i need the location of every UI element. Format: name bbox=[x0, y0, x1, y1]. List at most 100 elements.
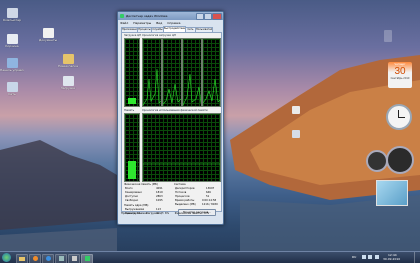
system-row-value: 0:00:14:58 bbox=[202, 199, 217, 202]
desktop-icon-new-folder[interactable]: Новая папка bbox=[56, 54, 80, 68]
system-row-value: 51 bbox=[206, 195, 210, 198]
flag-tray-icon[interactable] bbox=[374, 255, 379, 259]
physical-row-label: Всего bbox=[125, 187, 133, 190]
window-title: Диспетчер задач Windows bbox=[126, 14, 168, 18]
desktop-icon-computer[interactable]: Компьютер bbox=[0, 8, 24, 22]
network-tray-icon[interactable] bbox=[362, 255, 366, 259]
task-manager-icon bbox=[120, 14, 124, 18]
desktop-icon-label: Сеть bbox=[8, 93, 16, 96]
status-bar: Процессов: 51 Загрузка ЦП: 6% Физическая… bbox=[121, 212, 209, 215]
close-button[interactable] bbox=[212, 13, 222, 20]
desktop-icon-label: Корзина bbox=[5, 45, 19, 48]
cpu-usage-bar bbox=[128, 98, 136, 104]
memory-label: Память bbox=[124, 109, 135, 112]
memory-history-line bbox=[143, 163, 220, 165]
window-titlebar[interactable]: Диспетчер задач Windows bbox=[118, 12, 223, 20]
network-icon bbox=[6, 82, 18, 92]
taskbar-app-1[interactable] bbox=[55, 254, 67, 263]
system-header: Система bbox=[174, 183, 186, 186]
status-cpu: Загрузка ЦП: 6% bbox=[146, 212, 170, 215]
desktop-icon-recycle-bin[interactable]: Корзина bbox=[0, 34, 24, 48]
system-row-value: 646 bbox=[206, 191, 211, 194]
menu-options[interactable]: Параметры bbox=[133, 21, 151, 25]
cpu-history-line bbox=[182, 73, 202, 106]
system-row-label: Потоков bbox=[175, 191, 187, 194]
memory-history-graph bbox=[142, 113, 221, 182]
task-manager-window[interactable]: Диспетчер задач Windows Файл Параметры В… bbox=[117, 11, 224, 225]
taskbar-app-2[interactable] bbox=[68, 254, 80, 263]
cpu-history-label: Хронология загрузки ЦП bbox=[142, 34, 176, 37]
menu-file[interactable]: Файл bbox=[120, 21, 128, 25]
desktop-icon-right-2[interactable] bbox=[284, 130, 308, 138]
cpu-usage-label: Загрузка ЦП bbox=[124, 34, 142, 37]
control-panel-icon bbox=[6, 58, 18, 68]
task-manager-icon bbox=[84, 256, 90, 261]
slideshow-gadget bbox=[376, 180, 408, 206]
memory-gauge bbox=[124, 113, 140, 182]
cpu-usage-gauge bbox=[124, 38, 140, 107]
memory-usage-bar bbox=[128, 161, 136, 179]
folder-icon bbox=[19, 257, 25, 261]
physical-row-label: Свободно bbox=[125, 199, 139, 202]
desktop-icon-downloads[interactable]: Загрузки bbox=[56, 76, 80, 90]
app-icon bbox=[71, 256, 77, 261]
minimize-button[interactable] bbox=[196, 13, 204, 20]
cpu-meter-gadget bbox=[366, 146, 414, 174]
clock-hand-minute bbox=[398, 117, 405, 118]
calendar-month: Сентябрь 2010 bbox=[390, 77, 410, 80]
desktop-icon-label: Компьютер bbox=[3, 19, 21, 22]
physical-row-value: 1095 bbox=[156, 199, 163, 202]
system-row-value: 1216 / 8180 bbox=[202, 203, 218, 206]
clock-date[interactable]: 30.09.2010 bbox=[383, 258, 400, 261]
menu-bar: Файл Параметры Вид Справка bbox=[120, 21, 184, 25]
download-folder-icon bbox=[62, 76, 74, 86]
cpu-history-graph-2 bbox=[162, 38, 182, 107]
taskbar-media-player[interactable] bbox=[29, 254, 41, 263]
taskbar-explorer[interactable] bbox=[16, 254, 28, 263]
desktop-icon-control-panel[interactable]: Панель управления bbox=[0, 58, 24, 72]
kernel-row-value: 113 bbox=[156, 208, 161, 211]
menu-view[interactable]: Вид bbox=[156, 21, 162, 25]
desktop-icon-label: Новая папка bbox=[58, 65, 78, 68]
desktop-icon-label: Панель управления bbox=[0, 69, 24, 72]
computer-icon bbox=[6, 8, 18, 18]
volume-tray-icon[interactable] bbox=[368, 255, 373, 259]
language-indicator[interactable]: RU bbox=[352, 256, 356, 259]
physical-row-value: 4091 bbox=[156, 187, 163, 190]
document-icon bbox=[42, 28, 54, 38]
start-button[interactable] bbox=[2, 253, 11, 262]
physical-row-value: 2863 bbox=[156, 195, 163, 198]
tray-icons[interactable] bbox=[362, 255, 380, 260]
cpu-history-line bbox=[142, 68, 162, 106]
cpu-meter-dial bbox=[366, 150, 388, 172]
taskbar: RU 12:44 30.09.2010 bbox=[0, 251, 420, 263]
performance-pane: Загрузка ЦП Хронология загрузки ЦП Памят… bbox=[121, 32, 222, 216]
calendar-gadget[interactable]: Четверг 30 Сентябрь 2010 bbox=[388, 62, 412, 88]
status-memory: Физическая память: 30% bbox=[174, 212, 210, 215]
maximize-button[interactable] bbox=[204, 13, 212, 20]
clock-gadget bbox=[386, 104, 412, 130]
desktop-icon-network[interactable]: Сеть bbox=[0, 82, 24, 96]
physical-row-label: Кэшировано bbox=[125, 191, 142, 194]
cpu-history-line bbox=[202, 78, 221, 104]
calendar-day: 30 bbox=[394, 66, 406, 77]
taskbar-browser[interactable] bbox=[42, 254, 54, 263]
desktop-icon-label: Загрузки bbox=[60, 87, 76, 90]
memory-history-label: Хронология использования физической памя… bbox=[142, 109, 208, 112]
show-desktop-button[interactable] bbox=[414, 252, 420, 263]
media-icon bbox=[32, 256, 38, 261]
cpu-history-graph-1 bbox=[142, 38, 162, 107]
desktop: Компьютер Корзина Панель управления Сеть… bbox=[0, 0, 420, 263]
menu-help[interactable]: Справка bbox=[167, 21, 180, 25]
physical-row-label: Доступно bbox=[125, 195, 139, 198]
status-processes: Процессов: 51 bbox=[121, 212, 141, 215]
taskbar-task-manager[interactable] bbox=[81, 254, 93, 263]
desktop-icon-documents[interactable]: Документы bbox=[36, 28, 60, 42]
recycle-bin-icon bbox=[6, 34, 18, 44]
system-row-value: 13697 bbox=[206, 187, 215, 190]
gadget-controls[interactable] bbox=[384, 30, 392, 42]
physical-memory-header: Физическая память (МБ) bbox=[124, 183, 158, 186]
desktop-icon-right-1[interactable] bbox=[284, 106, 308, 114]
kernel-row-label: Выгружаемая bbox=[125, 208, 144, 211]
system-row-label: Процессов bbox=[175, 195, 190, 198]
